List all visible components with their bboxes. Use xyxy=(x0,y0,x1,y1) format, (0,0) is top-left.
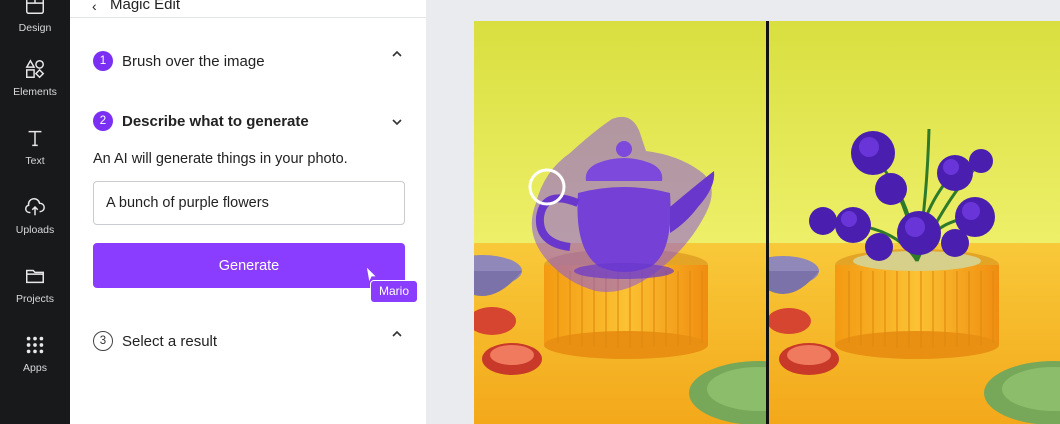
rail-item-design[interactable]: Design xyxy=(0,0,70,34)
text-icon xyxy=(28,130,42,147)
generated-photo[interactable] xyxy=(769,21,1060,424)
projects-icon xyxy=(26,269,44,284)
collaborator-name-tag: Mario xyxy=(370,280,419,303)
rail-item-uploads[interactable]: Uploads xyxy=(0,196,70,236)
step-number: 2 xyxy=(93,111,113,131)
chevron-down-icon[interactable] xyxy=(390,115,404,129)
apps-icon xyxy=(26,336,44,354)
panel-title: Magic Edit xyxy=(110,0,181,13)
prompt-input[interactable] xyxy=(93,181,405,225)
chevron-up-icon[interactable] xyxy=(390,327,404,341)
step-select-result[interactable]: 3 Select a result xyxy=(93,331,217,351)
design-canvas[interactable] xyxy=(474,21,1060,424)
step-description: An AI will generate things in your photo… xyxy=(93,151,348,167)
original-photo[interactable] xyxy=(474,21,767,424)
rail-label: Design xyxy=(18,22,52,34)
rail-item-text[interactable]: Text xyxy=(0,127,70,167)
left-rail: Design Elements Text Uploads Projects Ap… xyxy=(0,0,70,424)
rail-item-projects[interactable]: Projects xyxy=(0,265,70,305)
chevron-up-icon[interactable] xyxy=(390,47,404,61)
rail-label: Elements xyxy=(13,86,57,98)
step-describe[interactable]: 2 Describe what to generate xyxy=(93,111,309,131)
rail-label: Uploads xyxy=(15,224,55,236)
generate-button[interactable]: Generate xyxy=(93,243,405,288)
rail-label: Projects xyxy=(16,293,54,305)
step-number: 1 xyxy=(93,51,113,71)
step-label: Select a result xyxy=(122,332,218,350)
panel-header: ‹ Magic Edit xyxy=(70,0,426,18)
rail-item-elements[interactable]: Elements xyxy=(0,58,70,98)
step-label: Describe what to generate xyxy=(122,112,309,130)
step-brush[interactable]: 1 Brush over the image xyxy=(93,51,265,71)
step-label: Brush over the image xyxy=(122,52,265,70)
rail-item-apps[interactable]: Apps xyxy=(0,334,70,374)
uploads-icon xyxy=(25,197,45,216)
rail-label: Text xyxy=(25,155,45,167)
elements-icon xyxy=(25,59,45,79)
magic-edit-panel: ‹ Magic Edit 1 Brush over the image 2 De… xyxy=(70,0,426,424)
design-icon xyxy=(26,0,44,14)
rail-label: Apps xyxy=(23,362,47,374)
step-number: 3 xyxy=(93,331,113,351)
back-arrow-icon[interactable]: ‹ xyxy=(92,0,97,14)
